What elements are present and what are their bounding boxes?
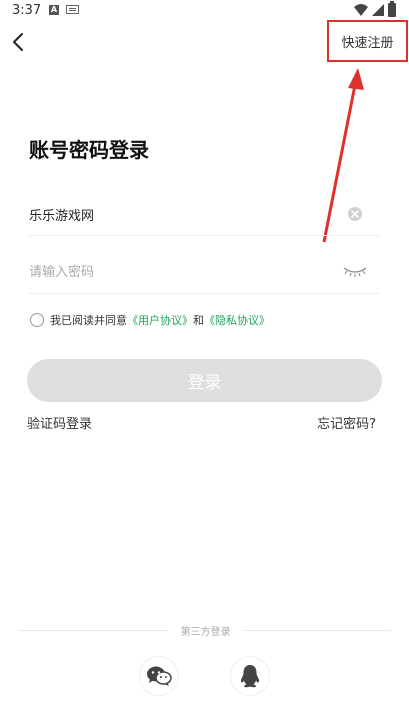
status-time: 3:37 bbox=[12, 3, 42, 18]
user-agreement-link[interactable]: 《用户协议》 bbox=[127, 312, 193, 328]
back-arrow-icon[interactable] bbox=[8, 30, 30, 54]
sms-login-link[interactable]: 验证码登录 bbox=[27, 413, 92, 432]
notification-a-icon: A bbox=[49, 5, 59, 15]
password-input[interactable] bbox=[29, 250, 329, 294]
eye-closed-icon[interactable] bbox=[343, 265, 367, 277]
wifi-icon bbox=[354, 4, 368, 16]
battery-icon bbox=[388, 1, 396, 17]
username-input[interactable] bbox=[29, 192, 329, 236]
divider-left bbox=[18, 630, 168, 631]
agreement-prefix: 我已阅读并同意 bbox=[50, 314, 127, 327]
third-party-label: 第三方登录 bbox=[180, 627, 231, 638]
privacy-agreement-link[interactable]: 《隐私协议》 bbox=[204, 312, 270, 328]
agreement-and: 和 bbox=[193, 314, 204, 327]
signal-icon bbox=[372, 4, 384, 16]
password-row bbox=[29, 250, 379, 294]
agreement-row: 我已阅读并同意 《用户协议》 和 《隐私协议》 bbox=[30, 310, 270, 330]
keyboard-icon bbox=[66, 5, 79, 14]
wechat-icon bbox=[147, 666, 172, 686]
forgot-password-link[interactable]: 忘记密码? bbox=[317, 413, 376, 432]
page-title: 账号密码登录 bbox=[29, 138, 149, 162]
agreement-checkbox[interactable] bbox=[30, 313, 44, 327]
wechat-login-button[interactable] bbox=[139, 656, 179, 696]
login-screen: 3:37 A 快速注册 账号密码登录 乐乐游戏网 我已阅读并同意 《用户协议》 … bbox=[0, 0, 409, 727]
qq-login-button[interactable] bbox=[230, 656, 270, 696]
clear-icon[interactable] bbox=[347, 206, 363, 222]
login-button[interactable]: 登录 bbox=[27, 359, 382, 402]
quick-register-button[interactable]: 快速注册 bbox=[327, 20, 408, 62]
username-row bbox=[29, 192, 379, 236]
qq-icon bbox=[240, 665, 260, 688]
divider-right bbox=[243, 630, 391, 631]
